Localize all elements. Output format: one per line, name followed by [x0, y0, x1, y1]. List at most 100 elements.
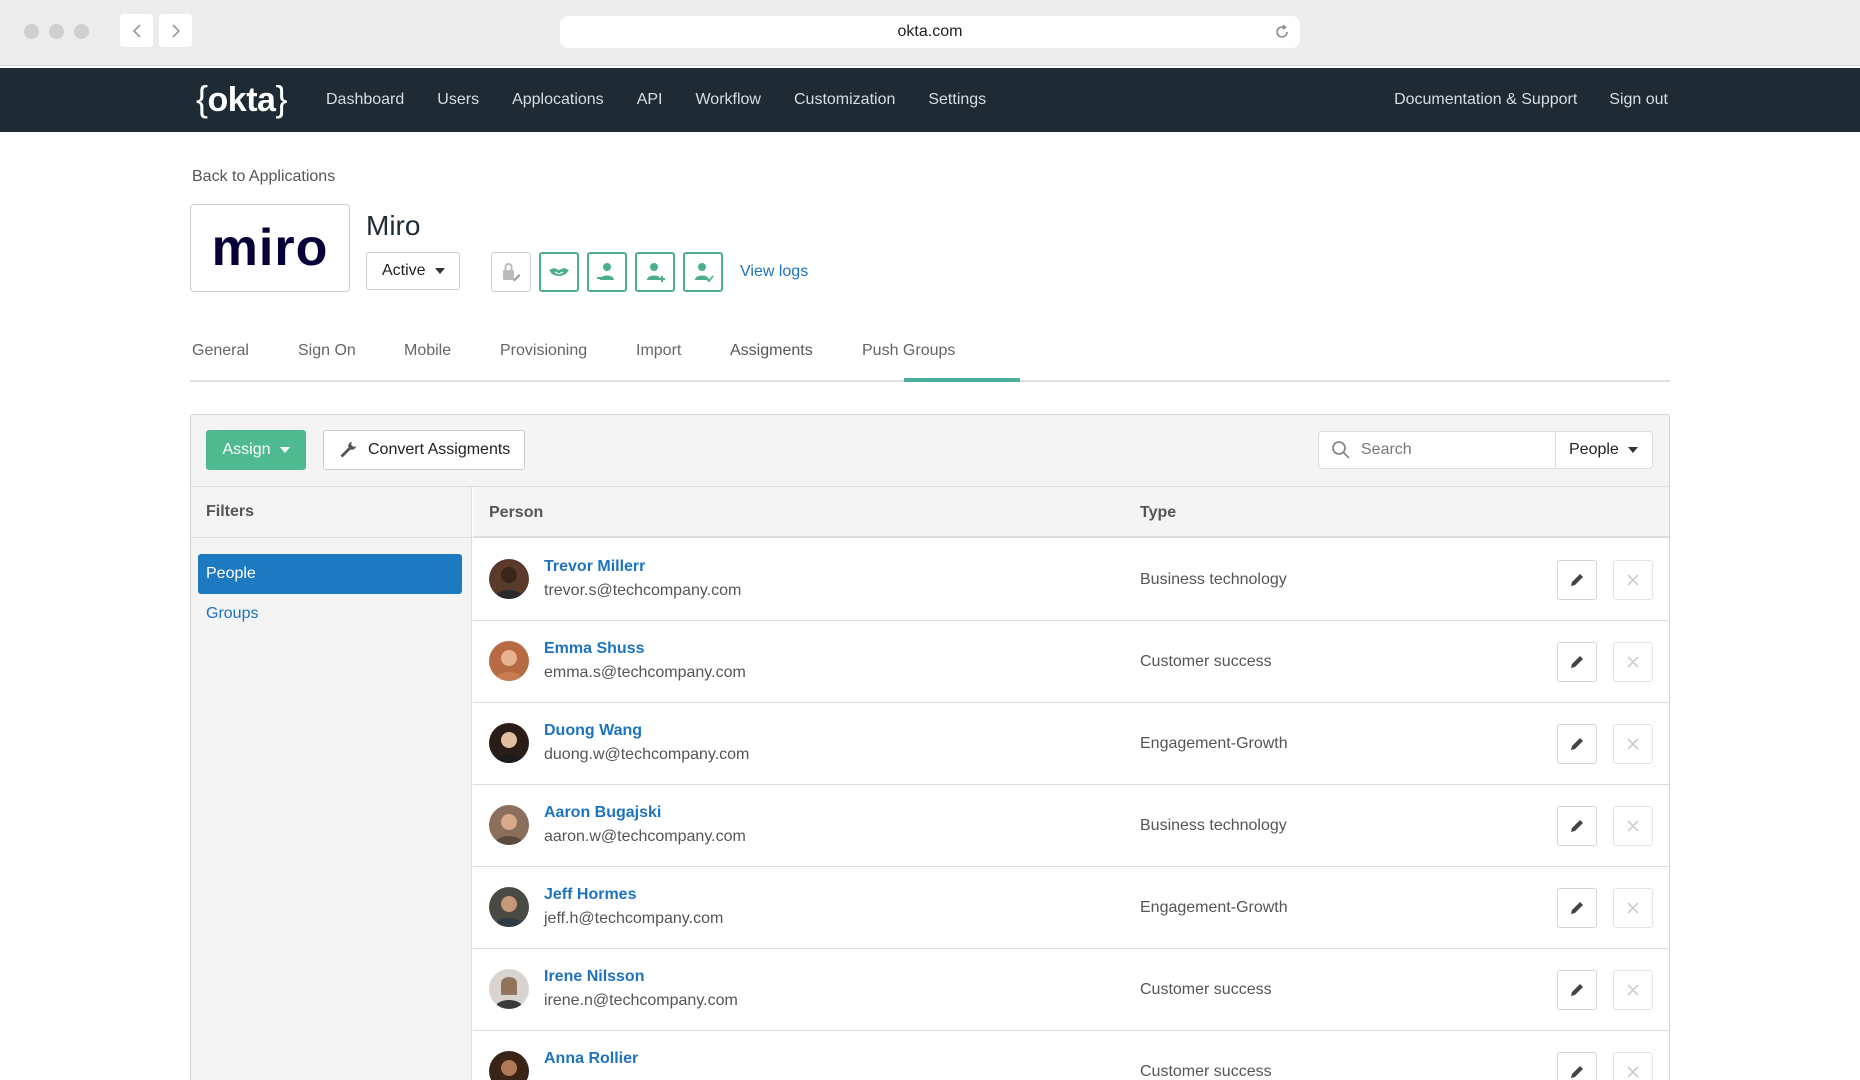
pencil-icon	[1571, 820, 1583, 832]
back-to-applications-link[interactable]: Back to Applications	[192, 168, 335, 186]
convert-assignments-button[interactable]: Convert Assigments	[323, 430, 525, 470]
search-box	[1318, 431, 1556, 469]
person-type: Business technology	[1140, 571, 1287, 588]
nav-workflow[interactable]: Workflow	[695, 91, 761, 109]
back-arrow-icon	[132, 23, 141, 38]
tab-push-groups[interactable]: Push Groups	[862, 342, 955, 360]
close-window-icon[interactable]	[24, 24, 39, 39]
avatar	[489, 559, 529, 599]
edit-assignment-button[interactable]	[1557, 1052, 1597, 1080]
browser-forward-button[interactable]	[159, 14, 192, 47]
address-bar[interactable]: okta.com	[560, 16, 1300, 48]
remove-assignment-button[interactable]	[1613, 970, 1653, 1010]
feature-user-add[interactable]	[635, 252, 675, 292]
assign-button[interactable]: Assign	[206, 430, 306, 470]
table-header: Person Type	[473, 487, 1669, 538]
nav-documentation-support[interactable]: Documentation & Support	[1394, 91, 1577, 109]
status-value: Active	[382, 262, 426, 279]
remove-assignment-button[interactable]	[1613, 888, 1653, 928]
pencil-icon	[1571, 1066, 1583, 1078]
person-type: Business technology	[1140, 817, 1287, 834]
feature-federation[interactable]	[539, 252, 579, 292]
reload-icon[interactable]	[1274, 24, 1290, 40]
filters-header: Filters	[191, 487, 471, 538]
tab-general[interactable]: General	[192, 342, 249, 360]
status-dropdown[interactable]: Active	[366, 252, 460, 290]
person-type: Customer success	[1140, 1063, 1272, 1080]
column-type[interactable]: Type	[1140, 504, 1176, 522]
edit-assignment-button[interactable]	[1557, 806, 1597, 846]
person-name[interactable]: Emma Shuss	[544, 640, 644, 658]
tab-mobile[interactable]: Mobile	[404, 342, 451, 360]
search-input[interactable]	[1361, 441, 1541, 459]
app-logo: miro	[190, 204, 350, 292]
remove-assignment-button[interactable]	[1613, 806, 1653, 846]
forward-arrow-icon	[171, 23, 180, 38]
remove-assignment-button[interactable]	[1613, 560, 1653, 600]
close-icon	[1627, 902, 1639, 914]
handshake-icon	[549, 268, 569, 276]
person-name[interactable]: Duong Wang	[544, 722, 642, 740]
nav-sign-out[interactable]: Sign out	[1609, 91, 1668, 109]
person-email: duong.w@techcompany.com	[544, 746, 750, 763]
nav-settings[interactable]: Settings	[928, 91, 986, 109]
browser-chrome: okta.com	[0, 0, 1860, 66]
person-name[interactable]: Anna Rollier	[544, 1050, 638, 1068]
maximize-window-icon[interactable]	[74, 24, 89, 39]
main-nav-links: Dashboard Users Applocations API Workflo…	[326, 68, 1019, 132]
person-name[interactable]: Irene Nilsson	[544, 968, 644, 986]
tab-provisioning[interactable]: Provisioning	[500, 342, 587, 360]
avatar	[489, 805, 529, 845]
user-push-icon	[597, 263, 614, 280]
nav-users[interactable]: Users	[437, 91, 479, 109]
filter-groups[interactable]: Groups	[198, 594, 462, 634]
nav-dashboard[interactable]: Dashboard	[326, 91, 404, 109]
tab-import[interactable]: Import	[636, 342, 681, 360]
person-avatar-icon	[489, 641, 529, 681]
avatar	[489, 723, 529, 763]
feature-user-verify[interactable]	[683, 252, 723, 292]
nav-api[interactable]: API	[637, 91, 663, 109]
assign-label: Assign	[222, 441, 271, 458]
edit-assignment-button[interactable]	[1557, 970, 1597, 1010]
person-name[interactable]: Trevor Millerr	[544, 558, 645, 576]
filter-people[interactable]: People	[198, 554, 462, 594]
tab-assignments[interactable]: Assigments	[730, 342, 813, 360]
remove-assignment-button[interactable]	[1613, 1052, 1653, 1080]
person-avatar-icon	[489, 887, 529, 927]
person-email: emma.s@techcompany.com	[544, 664, 746, 681]
minimize-window-icon[interactable]	[49, 24, 64, 39]
filters-sidebar: Filters People Groups	[191, 487, 472, 1080]
table-row: Aaron Bugajski aaron.w@techcompany.com B…	[473, 785, 1669, 867]
remove-assignment-button[interactable]	[1613, 724, 1653, 764]
avatar	[489, 969, 529, 1009]
nav-customization[interactable]: Customization	[794, 91, 895, 109]
person-name[interactable]: Jeff Hormes	[544, 886, 636, 904]
browser-back-button[interactable]	[120, 14, 153, 47]
feature-user-push[interactable]	[587, 252, 627, 292]
logo-text: okta	[207, 81, 276, 119]
close-icon	[1627, 574, 1639, 586]
person-name[interactable]: Aaron Bugajski	[544, 804, 661, 822]
search-scope-dropdown[interactable]: People	[1555, 431, 1653, 469]
column-person[interactable]: Person	[489, 504, 543, 522]
table-row: Emma Shuss emma.s@techcompany.com Custom…	[473, 621, 1669, 703]
edit-assignment-button[interactable]	[1557, 560, 1597, 600]
table-row: Jeff Hormes jeff.h@techcompany.com Engag…	[473, 867, 1669, 949]
okta-logo[interactable]: {okta}	[196, 81, 287, 119]
search-scope-value: People	[1569, 441, 1619, 458]
person-avatar-icon	[489, 969, 529, 1009]
view-logs-link[interactable]: View logs	[740, 263, 808, 281]
person-type: Engagement-Growth	[1140, 899, 1288, 916]
tab-sign-on[interactable]: Sign On	[298, 342, 356, 360]
feature-password-push[interactable]	[491, 252, 531, 292]
edit-assignment-button[interactable]	[1557, 888, 1597, 928]
remove-assignment-button[interactable]	[1613, 642, 1653, 682]
chevron-down-icon	[434, 268, 445, 274]
user-check-icon	[695, 263, 714, 283]
pencil-icon	[1571, 738, 1583, 750]
chevron-down-icon	[1627, 447, 1638, 453]
nav-applications[interactable]: Applocations	[512, 91, 604, 109]
edit-assignment-button[interactable]	[1557, 724, 1597, 764]
edit-assignment-button[interactable]	[1557, 642, 1597, 682]
